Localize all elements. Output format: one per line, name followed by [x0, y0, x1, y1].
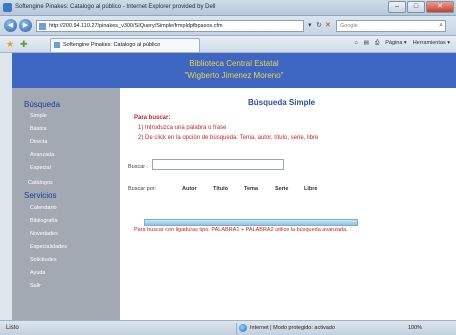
zoom-level[interactable]: 100% — [408, 325, 422, 331]
dropdown-arrow-icon[interactable]: ▾ — [308, 21, 312, 29]
tab-page-icon — [54, 42, 60, 48]
sidebar-item-catalogos[interactable]: Catálogos — [28, 180, 53, 186]
home-icon[interactable]: ⌂ — [354, 40, 357, 47]
tools-menu[interactable]: Herramientas ▾ — [413, 40, 450, 47]
sidebar-heading-busqueda: Búsqueda — [24, 100, 61, 109]
search-by-serie[interactable]: Serie — [275, 186, 288, 192]
sidebar-item-directa[interactable]: Directa — [30, 139, 47, 145]
tab-label: Softengine Pinakes: Catalogo al público — [63, 42, 161, 48]
feeds-icon[interactable]: ▤ — [364, 40, 369, 47]
add-favorites-icon[interactable]: ✚ — [20, 39, 28, 50]
page-menu[interactable]: Página ▾ — [385, 40, 406, 47]
favorites-star-icon[interactable]: ★ — [6, 39, 14, 50]
forward-button[interactable]: ▶ — [19, 19, 32, 32]
sidebar: Búsqueda Simple Básica Directa Avanzada … — [12, 88, 120, 320]
search-input[interactable] — [152, 159, 284, 170]
stop-icon[interactable]: ✕ — [325, 21, 331, 29]
ie-app-icon — [3, 3, 12, 12]
security-zone[interactable]: Internet | Modo protegido: activado — [236, 323, 386, 334]
sidebar-item-novedades[interactable]: Novedades — [30, 231, 58, 237]
refresh-icon[interactable]: ↻ — [316, 21, 322, 29]
search-by-autor[interactable]: Autor — [182, 186, 197, 192]
banner-line2: "Wigberto Jimenez Moreno" — [184, 71, 284, 80]
page-icon — [39, 23, 46, 30]
advanced-search-note: Para buscar con ligaduras tipo: PALABRA1… — [134, 227, 348, 233]
sidebar-item-bibliografia[interactable]: Bibliografía — [30, 218, 58, 224]
window-titlebar: Softengine Pinakes: Catalogo al público … — [0, 0, 456, 16]
search-placeholder: Google — [340, 23, 358, 29]
search-by-label: Buscar por: — [128, 186, 157, 192]
globe-icon — [239, 324, 247, 332]
zone-text: Internet | Modo protegido: activado — [250, 325, 335, 331]
print-icon[interactable]: ⎙ — [375, 40, 379, 47]
page-title: Búsqueda Simple — [248, 98, 316, 107]
command-bar: ★ ✚ Softengine Pinakes: Catalogo al públ… — [0, 36, 456, 53]
sidebar-item-ayuda[interactable]: Ayuda — [30, 270, 46, 276]
banner-line1: Biblioteca Central Estatal — [189, 59, 279, 68]
search-by-tema[interactable]: Tema — [244, 186, 258, 192]
url-text[interactable]: http://200.94.110.27/pinakes_v300/SIQuer… — [49, 23, 223, 29]
search-icon[interactable]: ⌕ — [439, 22, 443, 30]
window-title: Softengine Pinakes: Catalogo al público … — [15, 4, 216, 10]
address-bar[interactable]: http://200.94.110.27/pinakes_v300/SIQuer… — [36, 20, 304, 32]
search-by-titulo[interactable]: Título — [213, 186, 228, 192]
sidebar-heading-servicios: Servicios — [24, 191, 57, 200]
address-toolbar: ◀ ▶ http://200.94.110.27/pinakes_v300/SI… — [0, 16, 456, 36]
maximize-button[interactable]: □ — [407, 1, 425, 13]
minimize-button[interactable]: – — [388, 1, 406, 13]
command-tools: ⌂ ▤ ⎙ Página ▾ Herramientas ▾ — [354, 40, 450, 47]
instruction-step-1: 1) Introduzca una palabra o frase — [138, 125, 227, 131]
divider-bar — [144, 219, 358, 226]
sidebar-item-especial[interactable]: Especial — [30, 165, 51, 171]
site-banner: Biblioteca Central Estatal "Wigberto Jim… — [12, 53, 456, 88]
instructions-title: Para buscar: — [134, 115, 171, 121]
sidebar-item-basica[interactable]: Básica — [30, 126, 47, 132]
sidebar-item-avanzada[interactable]: Avanzada — [30, 152, 54, 158]
status-bar: Listo Internet | Modo protegido: activad… — [0, 320, 456, 335]
sidebar-item-especialidades[interactable]: Especialidades — [30, 244, 67, 250]
search-box[interactable]: Google ⌕ — [336, 20, 446, 32]
browser-tab[interactable]: Softengine Pinakes: Catalogo al público — [50, 38, 200, 52]
sidebar-item-simple[interactable]: Simple — [30, 113, 47, 119]
main-content: Búsqueda Simple Para buscar: 1) Introduz… — [120, 88, 456, 320]
window-controls: – □ ✕ — [388, 1, 454, 13]
sidebar-item-solicitudes[interactable]: Solicitudes — [30, 257, 57, 263]
search-by-libre[interactable]: Libre — [304, 186, 317, 192]
sidebar-item-calendario[interactable]: Calendario — [30, 205, 57, 211]
back-button[interactable]: ◀ — [4, 19, 17, 32]
sidebar-item-salir[interactable]: Salir — [30, 283, 41, 289]
instruction-step-2: 2) De click en la opción de búsqueda: Te… — [138, 135, 319, 141]
close-button[interactable]: ✕ — [426, 1, 454, 13]
search-label: Buscar : — [128, 164, 149, 170]
status-text: Listo — [6, 325, 19, 331]
